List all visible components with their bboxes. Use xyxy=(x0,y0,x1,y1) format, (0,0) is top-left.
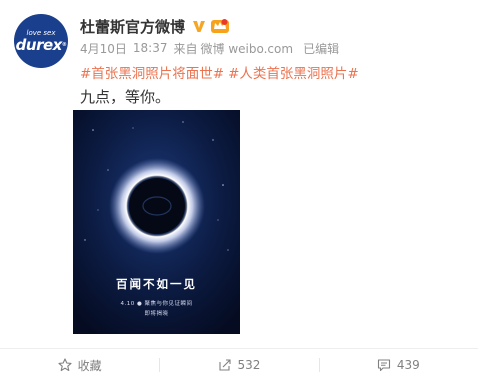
post-meta: 4月10日 18:37 来自 微博 weibo.com 已编辑 xyxy=(80,40,339,56)
poster-headline: 百闻不如一见 xyxy=(116,277,197,291)
post-text: 九点，等你。 xyxy=(80,88,171,106)
favorite-label: 收藏 xyxy=(77,358,102,373)
post-date[interactable]: 4月10日 xyxy=(80,40,127,57)
star-icon xyxy=(58,358,72,372)
post-header: 杜蕾斯官方微博 xyxy=(80,16,230,36)
vip-crown-icon[interactable] xyxy=(210,18,230,34)
post-source[interactable]: 微博 weibo.com xyxy=(201,40,294,57)
repost-button[interactable]: 532 xyxy=(159,349,318,381)
comment-button[interactable]: 439 xyxy=(318,349,478,381)
favorite-button[interactable]: 收藏 xyxy=(0,349,159,381)
hashtag-link[interactable]: #人类首张黑洞照片# xyxy=(228,62,359,82)
from-label: 来自 xyxy=(173,41,198,56)
comment-count: 439 xyxy=(396,358,420,372)
poster-subtitle: 4.10 ● 聚焦与你见证瞬间 xyxy=(120,301,193,307)
post-image[interactable]: 百闻不如一见 4.10 ● 聚焦与你见证瞬间 即将揭晓 xyxy=(73,110,240,334)
repost-icon xyxy=(218,358,232,372)
avatar[interactable]: love sex durex® xyxy=(14,14,68,68)
hashtags: #首张黑洞照片将面世# #人类首张黑洞照片# xyxy=(80,62,363,82)
verified-icon[interactable] xyxy=(191,18,207,34)
repost-count: 532 xyxy=(237,358,261,372)
hashtag-link[interactable]: #首张黑洞照片将面世# xyxy=(80,62,224,82)
avatar-logo: durex® xyxy=(15,35,67,54)
post-time[interactable]: 18:37 xyxy=(133,41,168,55)
action-bar: 收藏 532 439 xyxy=(0,349,478,381)
username[interactable]: 杜蕾斯官方微博 xyxy=(80,16,185,37)
edited-label[interactable]: 已编辑 xyxy=(303,40,339,57)
poster-caption: 即将揭晓 xyxy=(144,311,169,317)
comment-icon xyxy=(377,358,391,372)
